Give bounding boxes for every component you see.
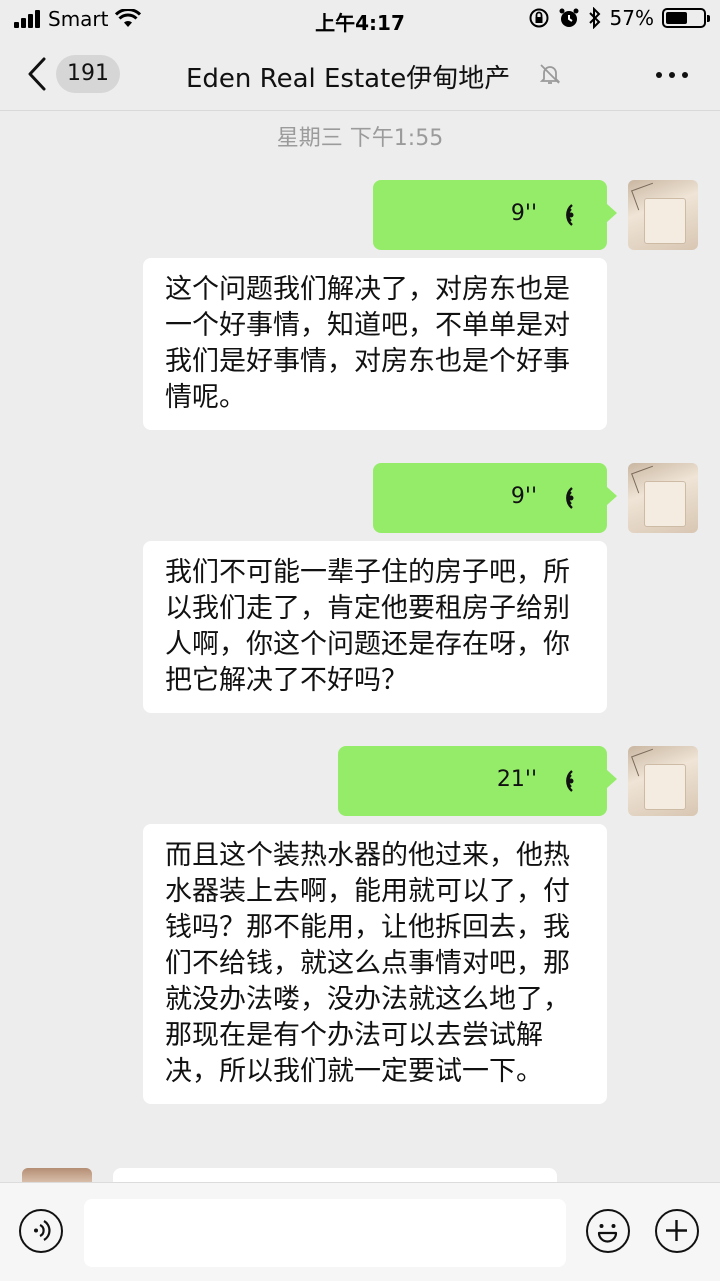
status-bar: Smart 上午4:17 57%	[0, 0, 720, 38]
my-avatar[interactable]	[628, 180, 698, 250]
dot-icon	[669, 72, 675, 78]
add-more-button[interactable]	[655, 1209, 699, 1253]
alarm-icon	[559, 8, 579, 27]
voice-message-bubble[interactable]: 9''	[373, 463, 617, 533]
my-avatar[interactable]	[628, 463, 698, 533]
voice-mode-icon	[34, 1220, 51, 1241]
my-avatar[interactable]	[628, 746, 698, 816]
back-chevron-icon[interactable]	[26, 56, 48, 92]
message-input[interactable]	[84, 1199, 566, 1267]
battery-percent: 57%	[609, 6, 654, 30]
battery-level	[666, 12, 687, 24]
unread-count-badge[interactable]: 191	[56, 55, 120, 93]
text-message-bubble[interactable]: 而且这个装热水器的他过来，他热水器装上去啊，能用就可以了，付钱吗？那不能用，让他…	[143, 824, 607, 1104]
voice-input-button[interactable]	[19, 1209, 63, 1253]
chat-title: Eden Real Estate伊甸地产	[186, 64, 511, 94]
mute-bell-icon	[539, 64, 561, 84]
voice-wave-icon	[566, 770, 574, 792]
battery-icon	[662, 8, 710, 28]
input-bar	[0, 1182, 720, 1281]
voice-wave-icon	[566, 487, 574, 509]
text-message-bubble[interactable]: 我们不可能一辈子住的房子吧，所以我们走了，肯定他要租房子给别人啊，你这个问题还是…	[143, 541, 607, 713]
avatar-bag	[644, 481, 686, 527]
voice-duration: 9''	[510, 201, 537, 226]
voice-message-bubble[interactable]: 9''	[373, 180, 617, 250]
status-right: 57%	[528, 6, 710, 30]
voice-message-bubble[interactable]: 21''	[338, 746, 617, 816]
chat-timestamp: 星期三 下午1:55	[276, 126, 444, 151]
voice-duration: 9''	[510, 484, 537, 509]
orientation-lock-icon	[529, 8, 549, 28]
avatar-bag	[644, 198, 686, 244]
plus-icon	[666, 1220, 687, 1241]
smiley-icon	[597, 1224, 618, 1243]
voice-duration: 21''	[496, 767, 537, 792]
avatar-bag	[644, 764, 686, 810]
more-options-button[interactable]	[656, 72, 688, 78]
text-message-bubble[interactable]: 这个问题我们解决了，对房东也是一个好事情，知道吧，不单单是对我们是好事情，对房东…	[143, 258, 607, 430]
chat-header: 191 Eden Real Estate伊甸地产	[0, 38, 720, 111]
dot-icon	[656, 72, 662, 78]
dot-icon	[682, 72, 688, 78]
emoji-button[interactable]	[586, 1209, 630, 1253]
voice-wave-icon	[566, 204, 574, 226]
bluetooth-icon	[588, 7, 600, 29]
